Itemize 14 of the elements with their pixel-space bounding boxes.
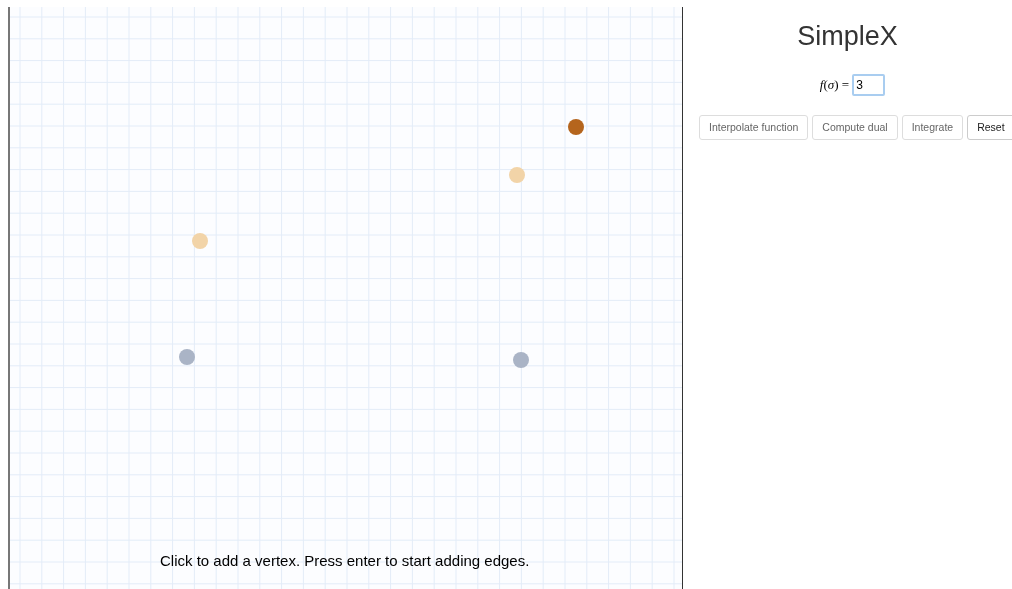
vertex-dot[interactable] [509, 167, 525, 183]
vertex-dot[interactable] [192, 233, 208, 249]
toolbar-button[interactable]: Reset [967, 115, 1012, 140]
vertex-dot[interactable] [513, 352, 529, 368]
toolbar-button[interactable]: Compute dual [812, 115, 898, 140]
vertex-dot[interactable] [179, 349, 195, 365]
toolbar-button[interactable]: Integrate [901, 115, 964, 140]
vertex-dot[interactable] [568, 119, 584, 135]
instruction-text: Click to add a vertex. Press enter to start adding edges. [160, 551, 530, 571]
app-title: SimpleX [797, 20, 898, 52]
toolbar-button[interactable]: Interpolate function [699, 115, 809, 140]
function-input[interactable]: 3 [852, 74, 886, 96]
function-label: f(σ) = [819, 76, 850, 95]
drawing-canvas[interactable]: Click to add a vertex. Press enter to start adding edges. [8, 7, 683, 589]
